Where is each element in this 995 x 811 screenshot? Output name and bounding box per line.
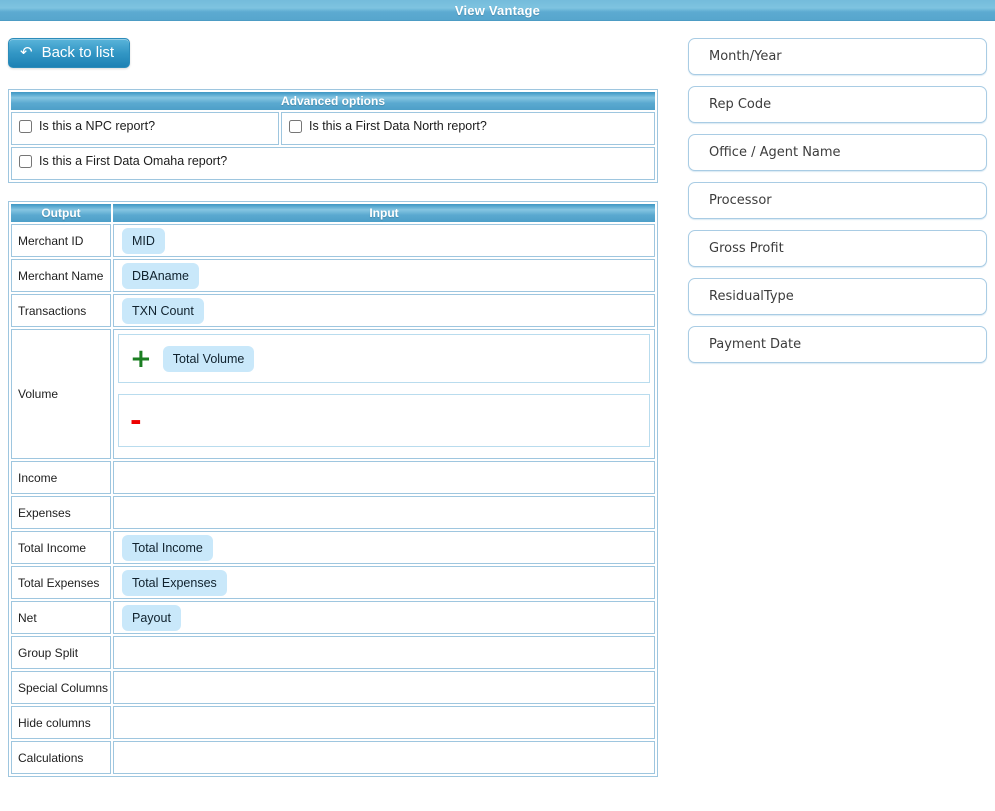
output-label-volume: Volume [11,329,111,459]
input-dropzone-volume: + Total Volume - [113,329,655,459]
mapping-row-net: Net Payout [11,601,655,634]
mapping-row-volume: Volume + Total Volume - [11,329,655,459]
chip-dbaname[interactable]: DBAname [122,263,199,289]
chip-total-expenses[interactable]: Total Expenses [122,570,227,596]
chip-txn-count[interactable]: TXN Count [122,298,204,324]
chip-total-volume[interactable]: Total Volume [163,346,255,372]
sidebar-field-label: Month/Year [709,49,782,64]
mapping-row-total-income: Total Income Total Income [11,531,655,564]
sidebar-field-label: Rep Code [709,97,771,112]
output-label-total-expenses: Total Expenses [11,566,111,599]
input-dropzone-expenses[interactable] [113,496,655,529]
output-label-net: Net [11,601,111,634]
first-data-omaha-label: Is this a First Data Omaha report? [39,154,227,168]
output-label-merchant-id: Merchant ID [11,224,111,257]
advanced-options-panel: Advanced options Is this a NPC report? I… [8,89,658,183]
advanced-options-row-2: Is this a First Data Omaha report? [11,147,655,180]
chip-payout[interactable]: Payout [122,605,181,631]
npc-report-checkbox[interactable] [19,120,32,133]
advanced-options-row-1: Is this a NPC report? Is this a First Da… [11,112,655,145]
volume-add-dropzone[interactable]: + Total Volume [118,334,650,383]
output-label-group-split: Group Split [11,636,111,669]
page-title: View Vantage [455,3,540,18]
sidebar-field-gross-profit[interactable]: Gross Profit [688,230,987,267]
npc-report-cell: Is this a NPC report? [11,112,279,145]
input-column-header: Input [113,204,655,222]
input-dropzone-total-income[interactable]: Total Income [113,531,655,564]
volume-subtract-dropzone[interactable]: - [118,394,650,447]
sidebar-field-month-year[interactable]: Month/Year [688,38,987,75]
mapping-row-transactions: Transactions TXN Count [11,294,655,327]
output-label-calculations: Calculations [11,741,111,774]
mapping-row-special-columns: Special Columns [11,671,655,704]
sidebar-field-label: ResidualType [709,289,794,304]
input-dropzone-special-columns[interactable] [113,671,655,704]
first-data-north-checkbox[interactable] [289,120,302,133]
sidebar-field-office-agent-name[interactable]: Office / Agent Name [688,134,987,171]
sidebar-field-label: Payment Date [709,337,801,352]
first-data-north-option[interactable]: Is this a First Data North report? [289,119,487,133]
advanced-options-title: Advanced options [11,92,655,110]
mapping-row-calculations: Calculations [11,741,655,774]
output-label-income: Income [11,461,111,494]
input-dropzone-merchant-id[interactable]: MID [113,224,655,257]
subtract-icon: - [130,407,142,435]
output-label-merchant-name: Merchant Name [11,259,111,292]
mapping-table: Output Input Merchant ID MID Merchant Na… [8,201,658,777]
sidebar-field-label: Gross Profit [709,241,784,256]
sidebar-field-label: Processor [709,193,772,208]
input-dropzone-total-expenses[interactable]: Total Expenses [113,566,655,599]
page-header: View Vantage [0,0,995,21]
first-data-omaha-cell: Is this a First Data Omaha report? [11,147,655,180]
chip-total-income[interactable]: Total Income [122,535,213,561]
mapping-row-merchant-name: Merchant Name DBAname [11,259,655,292]
mapping-row-group-split: Group Split [11,636,655,669]
main-column: ↶ Back to list Advanced options Is this … [8,21,658,777]
mapping-row-income: Income [11,461,655,494]
output-label-transactions: Transactions [11,294,111,327]
npc-report-label: Is this a NPC report? [39,119,155,133]
input-dropzone-hide-columns[interactable] [113,706,655,739]
first-data-omaha-option[interactable]: Is this a First Data Omaha report? [19,154,227,168]
output-label-total-income: Total Income [11,531,111,564]
output-label-special-columns: Special Columns [11,671,111,704]
mapping-row-total-expenses: Total Expenses Total Expenses [11,566,655,599]
back-arrow-icon: ↶ [20,45,33,60]
output-label-expenses: Expenses [11,496,111,529]
fields-sidebar: Month/Year Rep Code Office / Agent Name … [688,21,987,374]
sidebar-field-label: Office / Agent Name [709,145,841,160]
first-data-north-cell: Is this a First Data North report? [281,112,655,145]
npc-report-option[interactable]: Is this a NPC report? [19,119,155,133]
back-to-list-label: Back to list [42,44,115,61]
sidebar-field-rep-code[interactable]: Rep Code [688,86,987,123]
output-column-header: Output [11,204,111,222]
mapping-row-merchant-id: Merchant ID MID [11,224,655,257]
first-data-north-label: Is this a First Data North report? [309,119,487,133]
mapping-table-header: Output Input [11,204,655,222]
input-dropzone-merchant-name[interactable]: DBAname [113,259,655,292]
input-dropzone-calculations[interactable] [113,741,655,774]
input-dropzone-income[interactable] [113,461,655,494]
chip-mid[interactable]: MID [122,228,165,254]
page-body: ↶ Back to list Advanced options Is this … [0,21,995,777]
first-data-omaha-checkbox[interactable] [19,155,32,168]
sidebar-field-processor[interactable]: Processor [688,182,987,219]
back-to-list-button[interactable]: ↶ Back to list [8,38,130,68]
sidebar-field-payment-date[interactable]: Payment Date [688,326,987,363]
mapping-row-expenses: Expenses [11,496,655,529]
input-dropzone-group-split[interactable] [113,636,655,669]
output-label-hide-columns: Hide columns [11,706,111,739]
input-dropzone-transactions[interactable]: TXN Count [113,294,655,327]
input-dropzone-net[interactable]: Payout [113,601,655,634]
mapping-row-hide-columns: Hide columns [11,706,655,739]
add-icon: + [130,346,152,372]
sidebar-field-residual-type[interactable]: ResidualType [688,278,987,315]
